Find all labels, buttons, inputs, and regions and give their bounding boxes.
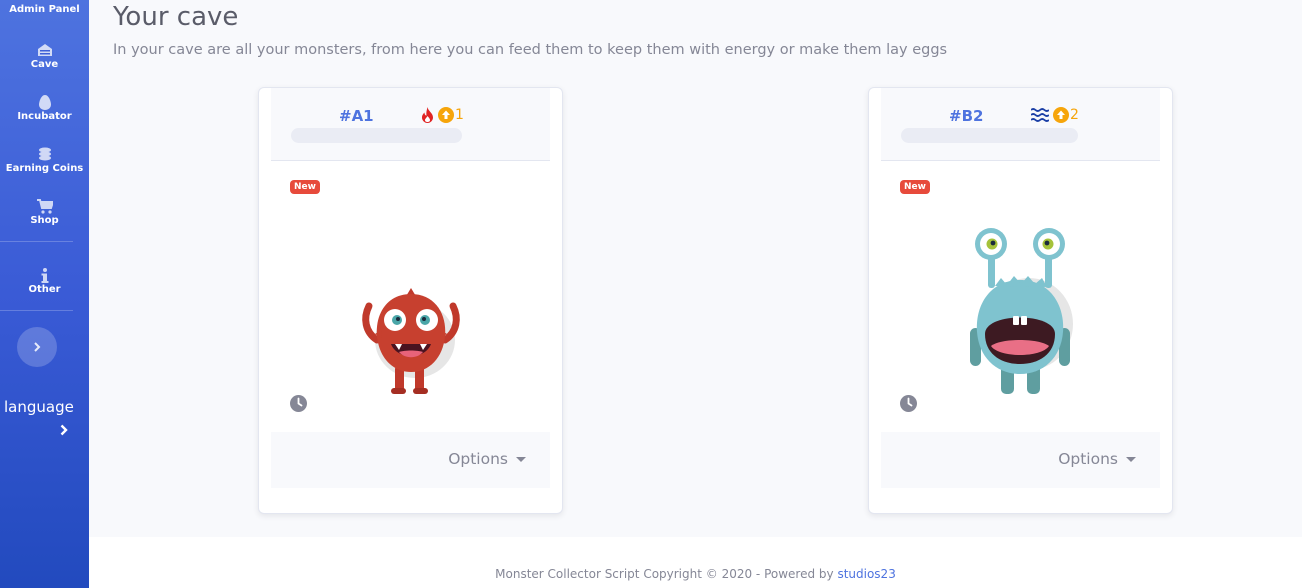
options-dropdown-button[interactable]: Options (448, 450, 526, 468)
caret-down-icon (516, 456, 526, 462)
monster-card: #B2 2 New Options (868, 87, 1173, 514)
energy-bar (291, 128, 462, 143)
footer-copyright: Monster Collector Script Copyright © 202… (89, 567, 1302, 581)
sidebar-item-other[interactable]: Other (0, 268, 89, 295)
new-badge: New (290, 180, 320, 194)
egg-icon (38, 95, 51, 110)
monster-card-header: #B2 2 (881, 88, 1160, 161)
sidebar-divider (0, 241, 73, 242)
energy-bar (901, 128, 1078, 143)
monster-card: #A1 1 New Options (258, 87, 563, 514)
language-label[interactable]: language (4, 398, 74, 416)
cave-icon (37, 44, 52, 56)
sidebar-item-label: Earning Coins (5, 163, 84, 174)
info-icon (41, 268, 48, 283)
chevron-right-icon (34, 342, 41, 352)
fire-icon (422, 107, 433, 123)
footer-powered-by-link[interactable]: studios23 (837, 567, 895, 581)
monster-level-value: 1 (455, 107, 464, 123)
chevron-right-icon[interactable] (60, 424, 68, 436)
water-monster-image (970, 228, 1073, 394)
sidebar-item-cave[interactable]: Cave (0, 43, 89, 70)
sidebar-item-label: Cave (30, 59, 59, 70)
water-icon (1031, 108, 1049, 122)
level-up-icon (1053, 107, 1069, 123)
sidebar-item-label: Shop (30, 215, 59, 226)
caret-down-icon (1126, 456, 1136, 462)
monster-level: 1 (438, 107, 464, 123)
coins-icon (38, 147, 51, 161)
page-subtitle: In your cave are all your monsters, from… (113, 42, 948, 58)
sidebar-item-earning-coins[interactable]: Earning Coins (0, 147, 89, 174)
monster-card-footer: Options (881, 432, 1160, 488)
monster-level: 2 (1053, 107, 1079, 123)
sidebar-item-label: Incubator (17, 111, 72, 122)
monster-card-footer: Options (271, 432, 550, 488)
monster-id: #A1 (339, 107, 374, 125)
sidebar-item-label: Other (28, 284, 61, 295)
sidebar-toggle-button[interactable] (17, 327, 57, 367)
admin-icon (38, 0, 52, 4)
page-title: Your cave (113, 2, 239, 32)
monster-level-value: 2 (1070, 107, 1079, 123)
options-label: Options (448, 450, 508, 468)
fire-monster-image (362, 288, 460, 394)
monster-id: #B2 (949, 107, 984, 125)
sidebar-item-label: Admin Panel (9, 4, 80, 15)
footer: Monster Collector Script Copyright © 202… (89, 537, 1302, 588)
sidebar-divider (0, 310, 73, 311)
options-label: Options (1058, 450, 1118, 468)
level-up-icon (438, 107, 454, 123)
sidebar-item-incubator[interactable]: Incubator (0, 95, 89, 122)
cart-icon (36, 199, 53, 214)
footer-copyright-text: Monster Collector Script Copyright © 202… (495, 567, 834, 581)
monster-card-header: #A1 1 (271, 88, 550, 161)
clock-icon (900, 395, 917, 412)
options-dropdown-button[interactable]: Options (1058, 450, 1136, 468)
clock-icon (290, 395, 307, 412)
sidebar: Admin Panel Cave Incubator Earning Coins (0, 0, 89, 588)
sidebar-item-admin-panel[interactable]: Admin Panel (0, 0, 89, 15)
sidebar-item-shop[interactable]: Shop (0, 199, 89, 226)
new-badge: New (900, 180, 930, 194)
